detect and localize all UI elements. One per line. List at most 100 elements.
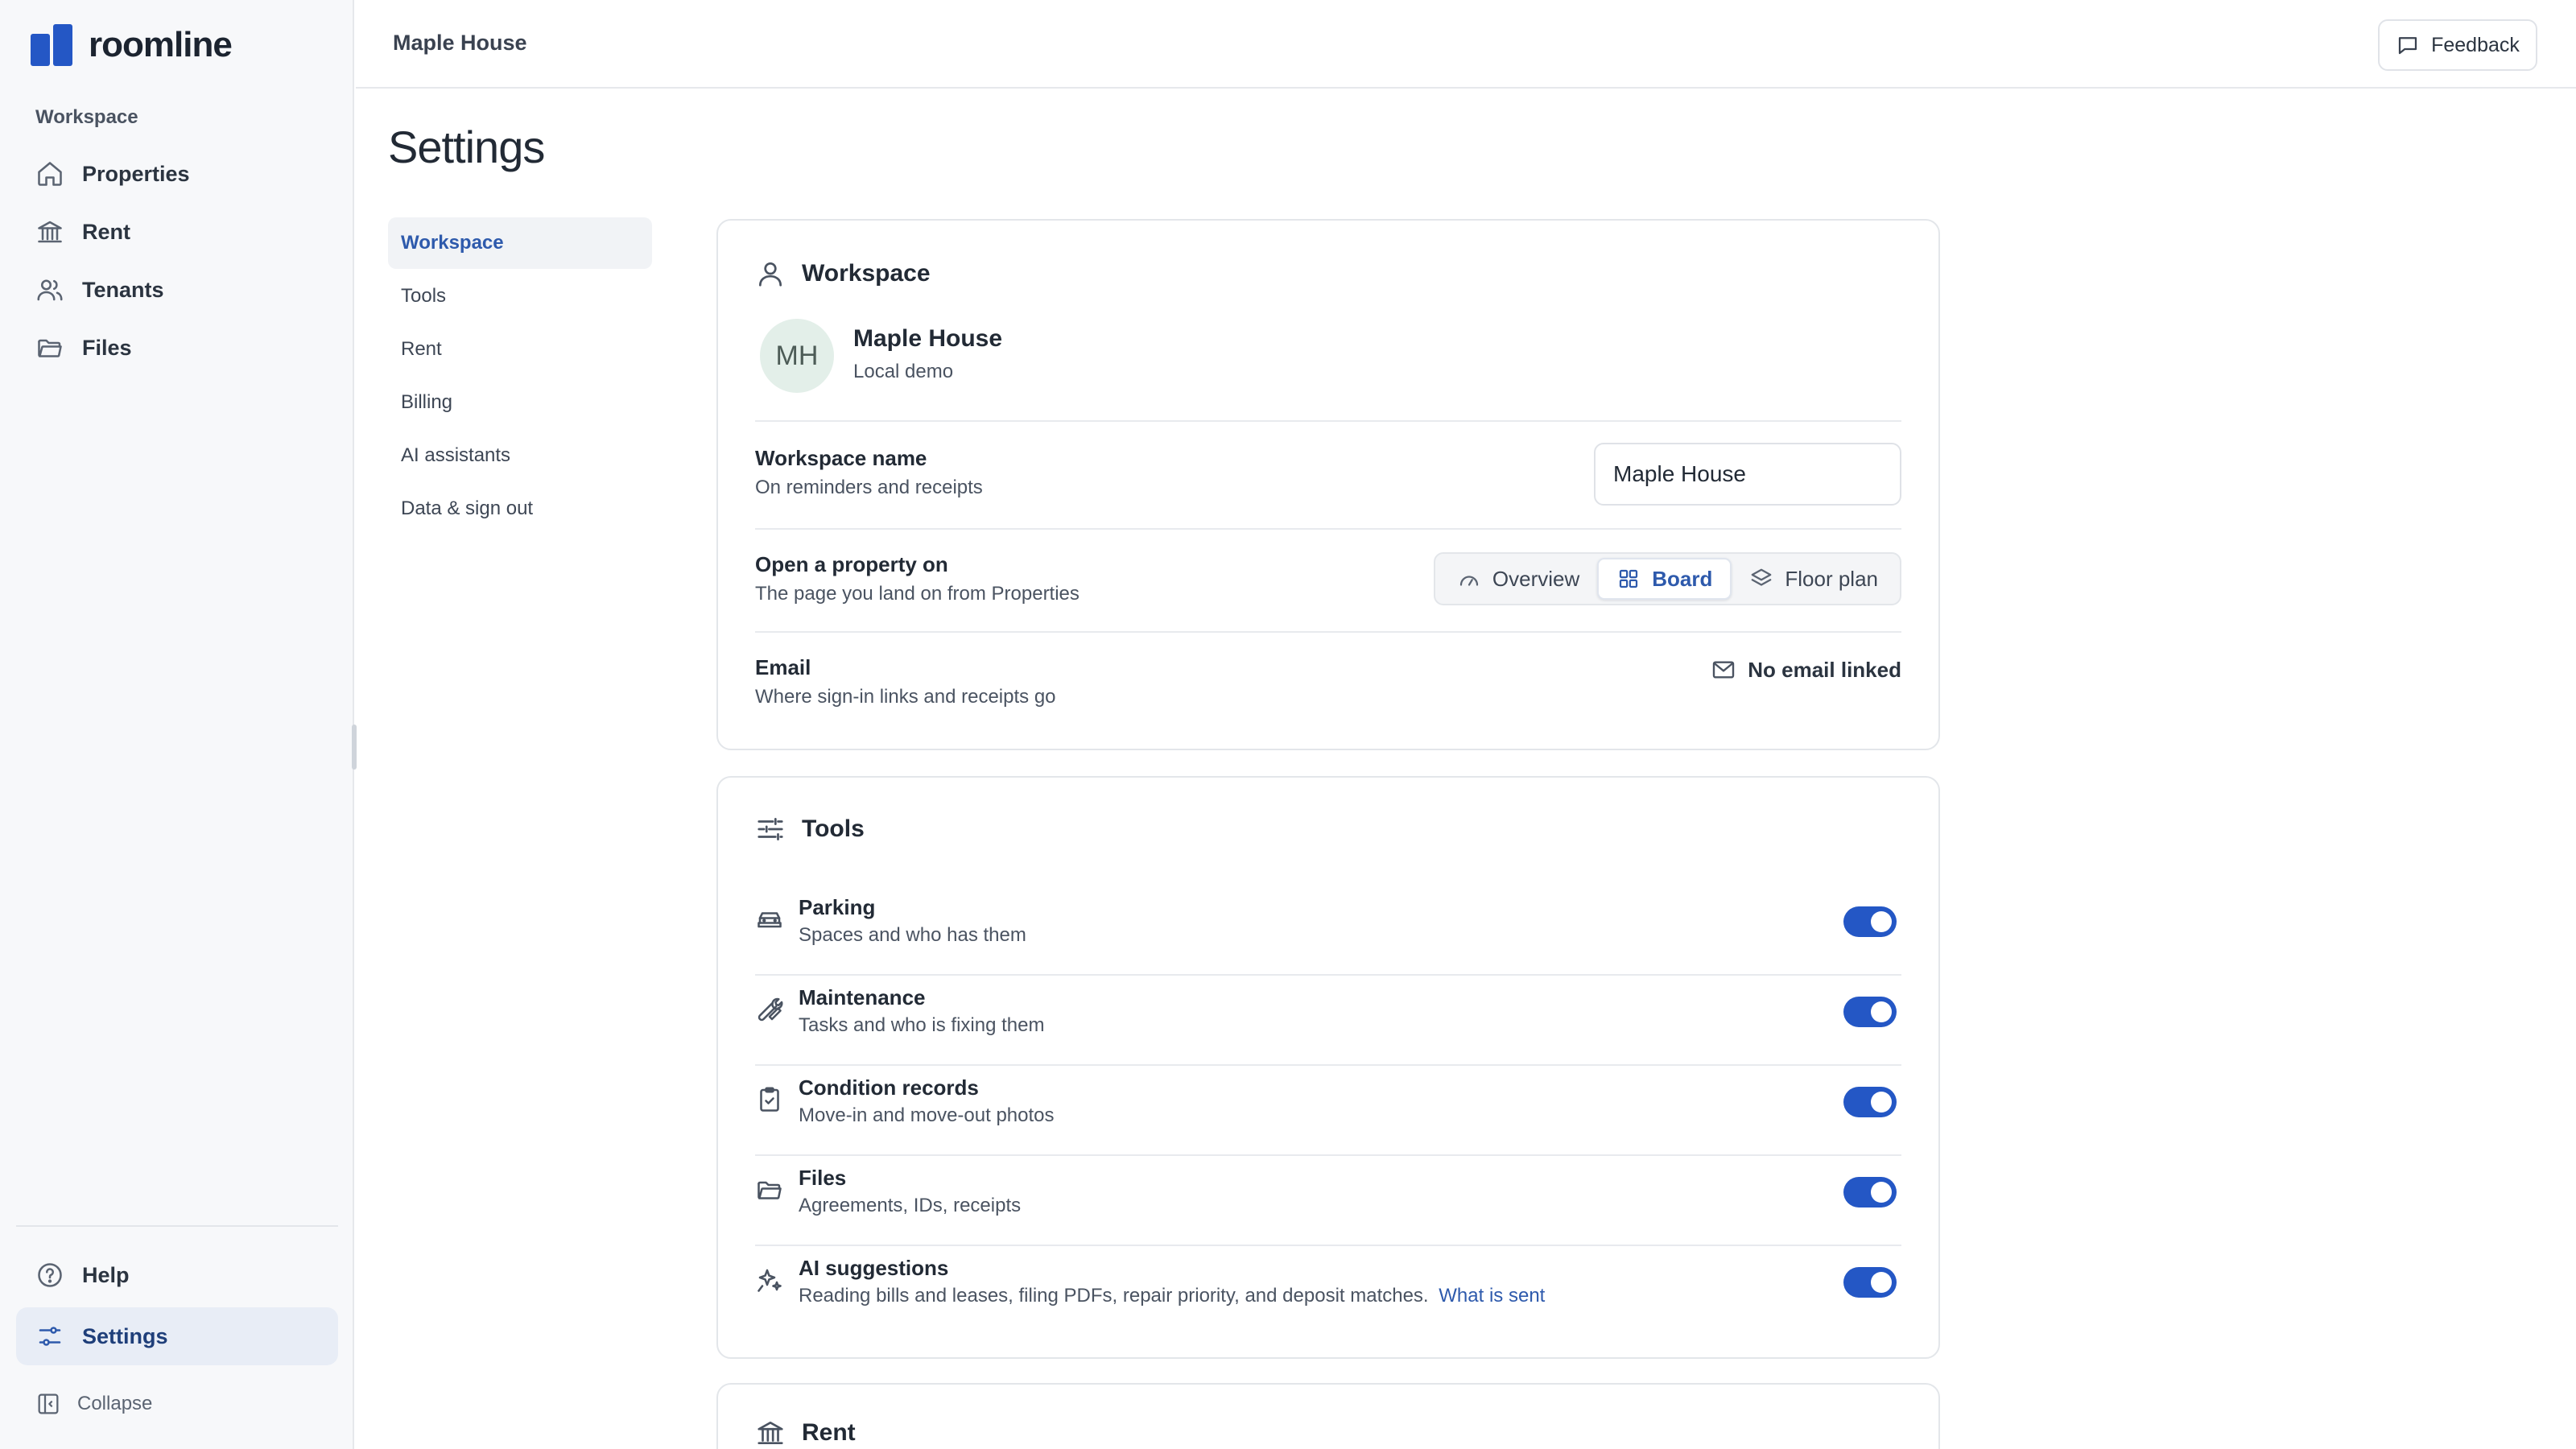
workspace-subtitle: Local demo — [853, 361, 954, 382]
option-label: Floor plan — [1785, 566, 1878, 591]
avatar: MH — [760, 319, 834, 393]
wrench-icon — [758, 997, 783, 1022]
divider — [755, 528, 1901, 530]
workspace-card-title: Workspace — [802, 260, 931, 287]
mail-icon — [1713, 661, 1735, 679]
subnav-tools[interactable]: Tools — [388, 270, 652, 322]
option-board[interactable]: Board — [1597, 558, 1732, 600]
toggle-knob — [1871, 1272, 1892, 1293]
divider — [755, 420, 1901, 422]
option-label: Board — [1652, 566, 1713, 591]
subnav-data-sign-out[interactable]: Data & sign out — [388, 483, 652, 535]
sidebar-item-rent[interactable]: Rent — [16, 203, 338, 261]
parking-toggle[interactable] — [1843, 906, 1897, 937]
sidebar-divider — [16, 1225, 338, 1227]
tool-label: Condition records — [799, 1075, 979, 1100]
sidebar-item-label: Properties — [82, 161, 190, 186]
open-property-segmented-control: Overview Board Floor plan — [1433, 552, 1901, 605]
sidebar-item-tenants[interactable]: Tenants — [16, 261, 338, 319]
tool-label: Parking — [799, 895, 876, 919]
sidebar-collapse-icon — [38, 1393, 59, 1414]
collapse-label: Collapse — [77, 1393, 153, 1414]
sidebar-item-files[interactable]: Files — [16, 319, 338, 377]
car-icon — [758, 912, 782, 928]
sidebar-item-label: Files — [82, 335, 132, 360]
tool-row-maintenance: Maintenance Tasks and who is fixing them — [755, 976, 1901, 1066]
subnav-workspace[interactable]: Workspace — [388, 217, 652, 269]
page-title: Settings — [388, 122, 545, 172]
workspace-display-name: Maple House — [853, 325, 1003, 352]
roomline-logo-icon — [31, 24, 72, 66]
collapse-button[interactable]: Collapse — [35, 1389, 152, 1418]
tool-description: Spaces and who has them — [799, 924, 1026, 946]
files-toggle[interactable] — [1843, 1177, 1897, 1208]
users-icon — [37, 279, 63, 301]
tool-row-parking: Parking Spaces and who has them — [755, 886, 1901, 976]
what-is-sent-link[interactable]: What is sent — [1439, 1285, 1545, 1307]
workspace-name-input[interactable] — [1594, 443, 1901, 506]
workspace-card-header: Workspace — [755, 258, 931, 290]
tool-label: AI suggestions — [799, 1256, 949, 1280]
home-icon — [38, 162, 62, 186]
grid-icon — [1620, 569, 1638, 588]
toggle-knob — [1871, 1001, 1892, 1022]
rent-card-header: Rent — [755, 1417, 856, 1449]
workspace-name-label: Workspace name — [755, 446, 927, 470]
settings-subnav: Workspace Tools Rent Billing AI assistan… — [388, 217, 652, 536]
help-icon — [38, 1263, 62, 1287]
sidebar-item-label: Rent — [82, 219, 130, 244]
message-square-icon — [2398, 37, 2417, 55]
clipboard-check-icon — [760, 1087, 779, 1112]
option-label: Overview — [1492, 566, 1580, 591]
subnav-rent[interactable]: Rent — [388, 324, 652, 375]
sidebar-item-label: Help — [82, 1262, 130, 1287]
tool-label: Files — [799, 1166, 847, 1190]
sparkles-icon — [758, 1269, 782, 1292]
tool-row-files: Files Agreements, IDs, receipts — [755, 1156, 1901, 1246]
open-property-description: The page you land on from Properties — [755, 583, 1080, 605]
tool-row-condition-records: Condition records Move-in and move-out p… — [755, 1066, 1901, 1156]
sidebar-item-help[interactable]: Help — [16, 1246, 338, 1304]
workspace-card: Workspace MH Maple House Local demo Work… — [716, 219, 1940, 750]
tool-description: Move-in and move-out photos — [799, 1104, 1055, 1126]
option-floor-plan[interactable]: Floor plan — [1732, 558, 1896, 600]
divider — [755, 631, 1901, 633]
option-overview[interactable]: Overview — [1439, 558, 1597, 600]
ai-suggestions-toggle[interactable] — [1843, 1267, 1897, 1298]
condition-records-toggle[interactable] — [1843, 1087, 1897, 1117]
sidebar-item-label: Settings — [82, 1323, 168, 1348]
layers-icon — [1752, 568, 1772, 586]
bank-icon — [758, 1421, 783, 1445]
sidebar-resize-handle[interactable] — [352, 724, 357, 770]
sidebar-item-settings[interactable]: Settings — [16, 1307, 338, 1365]
email-status[interactable]: No email linked — [1711, 654, 1901, 686]
topbar: Maple House Feedback — [356, 0, 2576, 89]
folder-icon — [758, 1181, 782, 1199]
feedback-button[interactable]: Feedback — [2378, 19, 2537, 71]
breadcrumb[interactable]: Maple House — [393, 31, 527, 56]
tool-description: Agreements, IDs, receipts — [799, 1195, 1022, 1216]
subnav-billing[interactable]: Billing — [388, 377, 652, 428]
tools-card-header: Tools — [755, 813, 865, 845]
tools-card: Tools Parking Spaces and who has them Ma… — [716, 776, 1940, 1359]
tool-description-text: Reading bills and leases, filing PDFs, r… — [799, 1285, 1429, 1307]
gauge-icon — [1459, 576, 1479, 586]
brand-name: roomline — [89, 25, 233, 64]
user-icon — [758, 262, 782, 287]
sidebar-nav: Properties Rent Tenants Files — [16, 145, 338, 377]
email-description: Where sign-in links and receipts go — [755, 686, 1056, 708]
workspace-name-description: On reminders and receipts — [755, 477, 983, 498]
feedback-label: Feedback — [2431, 33, 2520, 56]
sidebar-section-label: Workspace — [35, 106, 138, 128]
sidebar-bottom-nav: Help Settings — [16, 1246, 338, 1365]
sidebar: roomline Workspace Properties Rent Tenan… — [0, 0, 354, 1449]
tool-row-ai-suggestions: AI suggestions Reading bills and leases,… — [755, 1246, 1901, 1336]
toggle-knob — [1871, 911, 1892, 932]
open-property-label: Open a property on — [755, 552, 948, 576]
maintenance-toggle[interactable] — [1843, 997, 1897, 1027]
tool-description: Reading bills and leases, filing PDFs, r… — [799, 1285, 1545, 1307]
sidebar-item-properties[interactable]: Properties — [16, 145, 338, 203]
subnav-ai-assistants[interactable]: AI assistants — [388, 430, 652, 481]
sliders-icon — [758, 817, 783, 841]
brand[interactable]: roomline — [29, 23, 233, 68]
